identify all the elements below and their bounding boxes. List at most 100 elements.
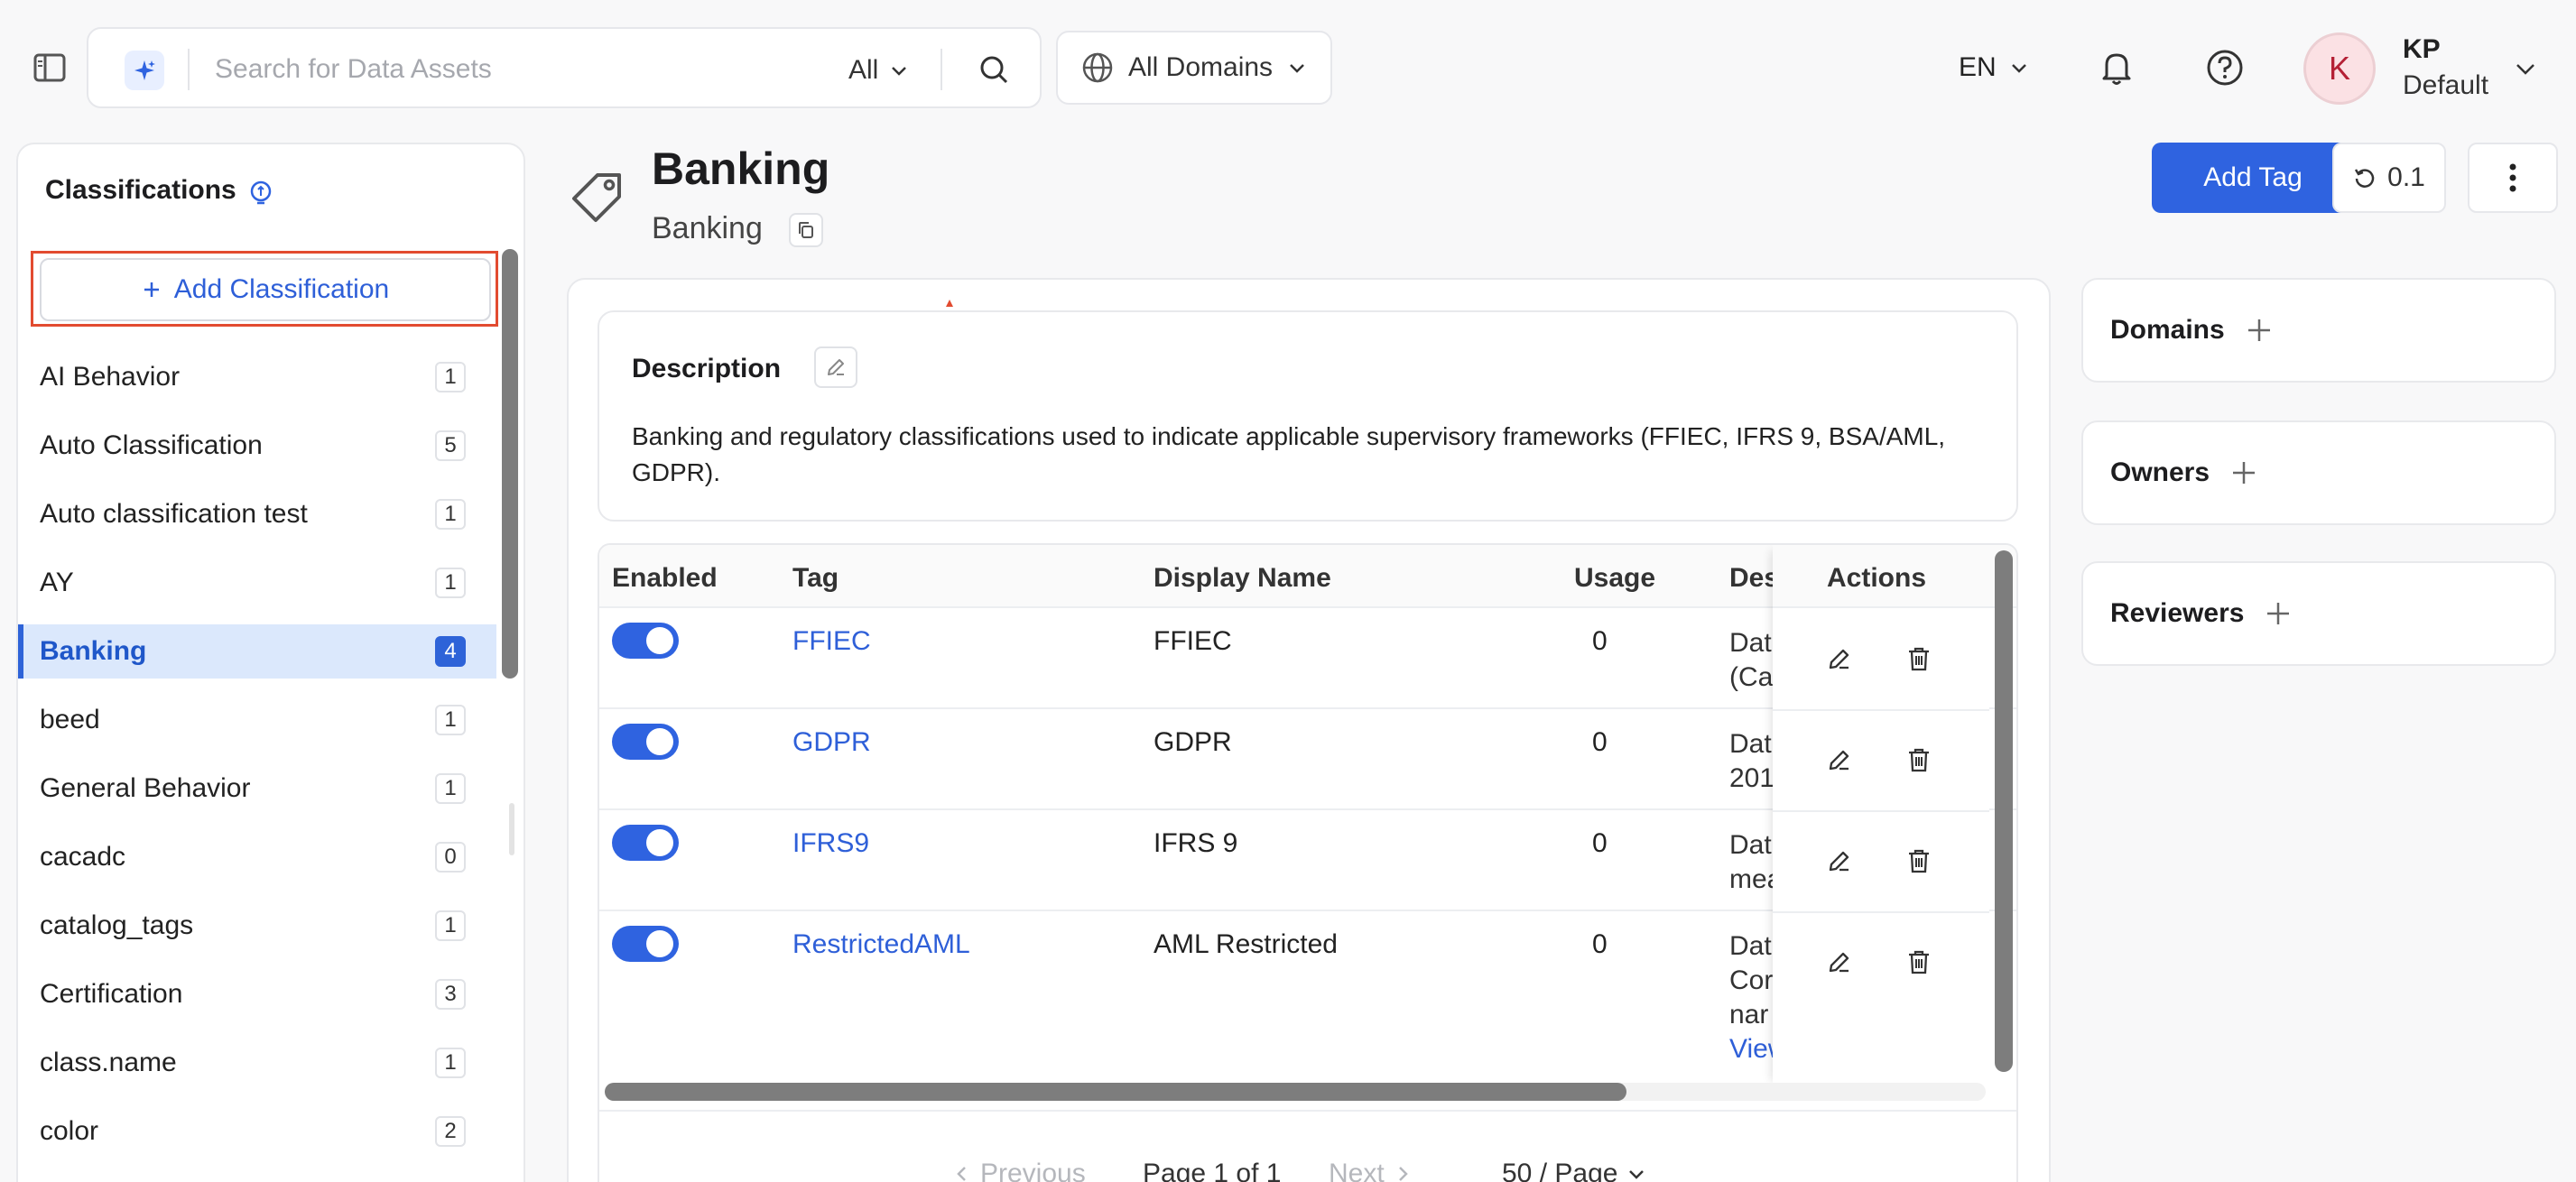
- user-avatar[interactable]: K: [2303, 32, 2376, 105]
- description-cell: Dat (Ca: [1729, 626, 1778, 695]
- search-icon[interactable]: [973, 49, 1015, 90]
- add-tag-button[interactable]: Add Tag: [2152, 143, 2354, 213]
- classification-item[interactable]: AY 1: [18, 556, 496, 610]
- description-section: Description Banking and regulatory class…: [598, 310, 2018, 522]
- count-badge: 1: [435, 773, 466, 804]
- language-label: EN: [1959, 52, 1997, 82]
- tags-table: Enabled Tag Display Name Usage Des FFIEC…: [598, 543, 2018, 1182]
- classification-item[interactable]: catalog_tags 1: [18, 899, 496, 953]
- more-options-icon[interactable]: [2468, 143, 2558, 213]
- plus-icon: [144, 282, 159, 297]
- delete-icon[interactable]: [1899, 639, 1939, 679]
- ai-sparkle-icon[interactable]: [125, 51, 164, 90]
- classification-label: class.name: [40, 1048, 177, 1077]
- tag-link[interactable]: GDPR: [792, 727, 871, 758]
- add-classification-button[interactable]: Add Classification: [40, 258, 491, 321]
- history-icon: [2355, 169, 2375, 188]
- count-badge: 5: [435, 430, 466, 461]
- classification-item[interactable]: Auto Classification 5: [18, 419, 496, 473]
- domain-selector[interactable]: All Domains: [1056, 31, 1332, 105]
- scrollbar-grip: [509, 803, 514, 855]
- display-name-cell: IFRS 9: [1154, 828, 1238, 858]
- edit-description-icon[interactable]: [814, 346, 857, 388]
- usage-cell: 0: [1592, 727, 1608, 757]
- classification-label: color: [40, 1116, 99, 1146]
- delete-icon[interactable]: [1899, 841, 1939, 881]
- version-button[interactable]: 0.1: [2332, 143, 2446, 213]
- table-horizontal-scrollbar[interactable]: [605, 1083, 1626, 1101]
- marker: [946, 300, 953, 307]
- enabled-toggle[interactable]: [612, 724, 679, 760]
- classification-item[interactable]: Auto classification test 1: [18, 487, 496, 541]
- previous-page-button[interactable]: Previous: [953, 1159, 1086, 1182]
- edit-icon[interactable]: [1820, 942, 1859, 982]
- domains-label: Domains: [2110, 315, 2225, 345]
- classification-label: catalog_tags: [40, 910, 194, 940]
- sidebar-toggle-icon[interactable]: [32, 51, 67, 85]
- column-display-name: Display Name: [1154, 563, 1331, 593]
- edit-icon[interactable]: [1820, 841, 1859, 881]
- count-badge: 1: [435, 1048, 466, 1078]
- column-enabled: Enabled: [612, 563, 718, 593]
- page-subtitle: Banking: [652, 211, 763, 245]
- classification-item[interactable]: Certification 3: [18, 967, 496, 1021]
- count-badge: 4: [435, 636, 466, 667]
- classification-label: AY: [40, 568, 74, 597]
- classification-label: Banking: [40, 636, 147, 666]
- add-domain-plus-icon[interactable]: [2245, 316, 2274, 345]
- count-badge: 2: [435, 1116, 466, 1147]
- usage-cell: 0: [1592, 626, 1608, 656]
- tag-icon: [567, 164, 630, 227]
- classification-item[interactable]: cacadc 0: [18, 830, 496, 884]
- delete-icon[interactable]: [1899, 740, 1939, 780]
- next-page-button[interactable]: Next: [1329, 1159, 1412, 1182]
- copy-icon[interactable]: [789, 213, 823, 247]
- table-vertical-scrollbar[interactable]: [1995, 550, 2013, 1072]
- domains-card: Domains: [2081, 278, 2556, 383]
- add-classification-label: Add Classification: [173, 274, 390, 304]
- enabled-toggle[interactable]: [612, 926, 679, 962]
- page-size-select[interactable]: 50 / Page: [1502, 1159, 1646, 1182]
- reviewers-label: Reviewers: [2110, 598, 2245, 628]
- classification-label: cacadc: [40, 842, 126, 872]
- classification-item[interactable]: color 2: [18, 1104, 496, 1159]
- chevron-down-icon[interactable]: [2513, 56, 2538, 81]
- enabled-toggle[interactable]: [612, 623, 679, 659]
- search-filter-dropdown[interactable]: All: [848, 51, 909, 90]
- enabled-toggle[interactable]: [612, 825, 679, 861]
- language-selector[interactable]: EN: [1959, 47, 2029, 88]
- classification-item[interactable]: beed 1: [18, 693, 496, 747]
- edit-icon[interactable]: [1820, 740, 1859, 780]
- classifications-panel: Classifications Add Classification AI Be…: [16, 143, 525, 1182]
- help-icon[interactable]: [2204, 47, 2246, 88]
- lightbulb-icon[interactable]: [247, 179, 274, 206]
- count-badge: 1: [435, 568, 466, 598]
- classification-item[interactable]: AI Behavior 1: [18, 350, 496, 404]
- sidebar-scrollbar[interactable]: [502, 249, 518, 679]
- user-name: KP: [2403, 34, 2441, 64]
- search-divider: [941, 49, 942, 90]
- tag-link[interactable]: RestrictedAML: [792, 929, 970, 960]
- row-divider: [1773, 911, 1989, 913]
- add-owner-plus-icon[interactable]: [2229, 458, 2258, 487]
- tag-link[interactable]: FFIEC: [792, 626, 871, 657]
- notification-bell-icon[interactable]: [2096, 47, 2137, 88]
- description-line: Dat: [1729, 830, 1772, 860]
- description-line: nar: [1729, 1000, 1769, 1030]
- add-reviewer-plus-icon[interactable]: [2264, 599, 2293, 628]
- version-label: 0.1: [2387, 162, 2425, 192]
- view-more-link[interactable]: View: [1729, 1032, 1778, 1067]
- edit-icon[interactable]: [1820, 639, 1859, 679]
- classification-item-active[interactable]: Banking 4: [18, 624, 496, 679]
- classification-item[interactable]: class.name 1: [18, 1036, 496, 1090]
- row-divider: [1773, 810, 1989, 812]
- usage-cell: 0: [1592, 929, 1608, 959]
- classification-label: beed: [40, 705, 100, 734]
- description-cell: Dat mea: [1729, 828, 1778, 897]
- search-input[interactable]: [215, 47, 901, 92]
- delete-icon[interactable]: [1899, 942, 1939, 982]
- description-cell: Dat 201: [1729, 727, 1778, 796]
- tag-link[interactable]: IFRS9: [792, 828, 869, 859]
- classification-item[interactable]: General Behavior 1: [18, 762, 496, 816]
- classification-label: AI Behavior: [40, 362, 181, 392]
